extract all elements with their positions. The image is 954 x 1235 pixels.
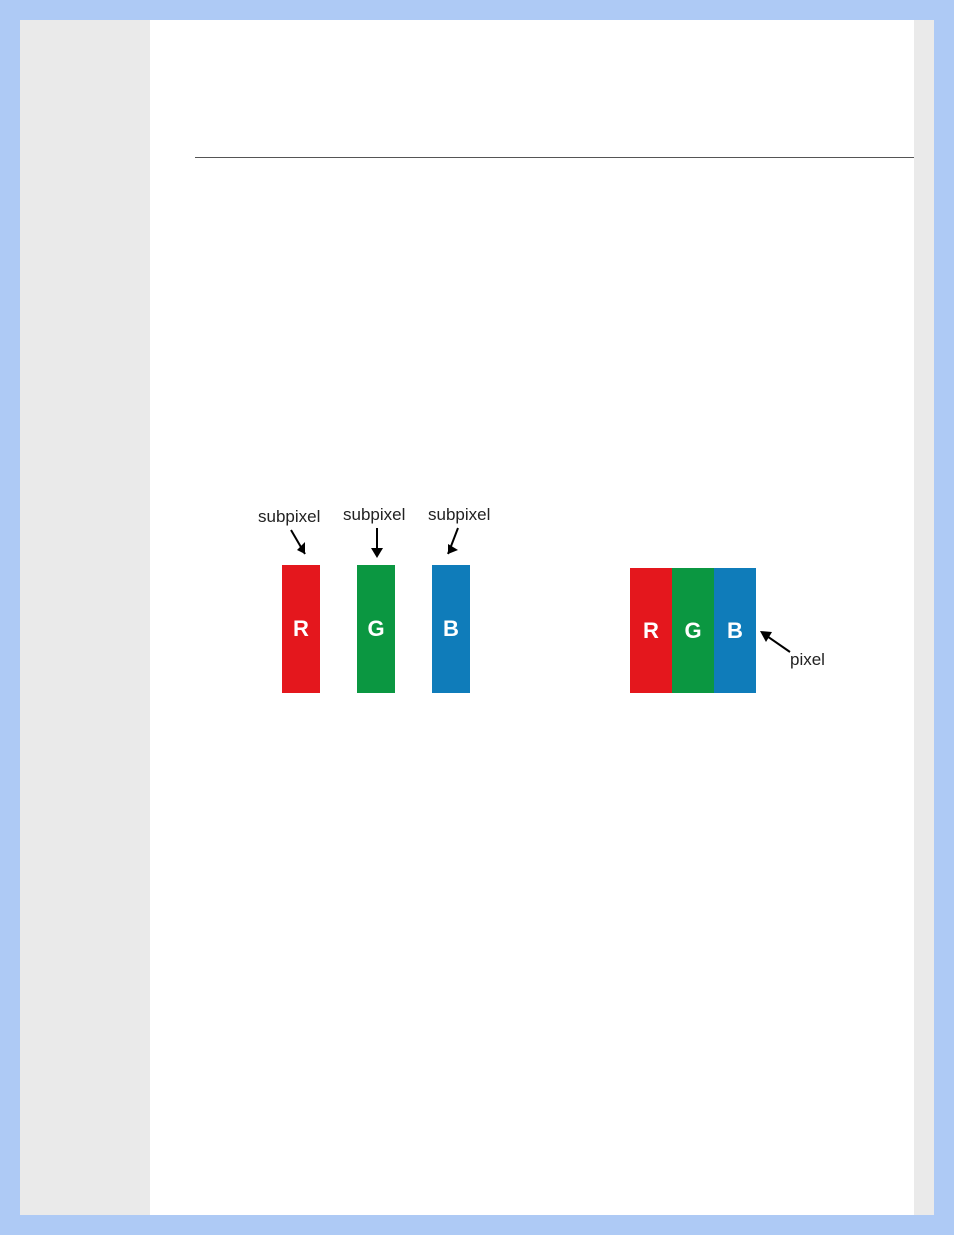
arrow-to-r-bar-icon (285, 528, 315, 564)
pixel-bar-g: G (672, 568, 714, 693)
letter-r: R (282, 616, 320, 642)
pixel-letter-b: B (714, 618, 756, 644)
document-frame: subpixel R subpixel G subpixel (20, 20, 934, 1215)
document-page: subpixel R subpixel G subpixel (150, 20, 914, 1215)
arrow-to-b-bar-icon (442, 526, 470, 564)
rgb-diagram: subpixel R subpixel G subpixel (150, 20, 914, 1215)
label-subpixel-b: subpixel (428, 505, 490, 525)
pixel-bar-r: R (630, 568, 672, 693)
pixel-letter-g: G (672, 618, 714, 644)
subpixel-bar-b: B (432, 565, 470, 693)
subpixel-bar-r: R (282, 565, 320, 693)
arrow-to-g-bar-icon (368, 526, 388, 564)
pixel-bar-b: B (714, 568, 756, 693)
subpixel-bar-g: G (357, 565, 395, 693)
letter-g: G (357, 616, 395, 642)
label-pixel: pixel (790, 650, 825, 670)
label-subpixel-g: subpixel (343, 505, 405, 525)
letter-b: B (432, 616, 470, 642)
pixel-letter-r: R (630, 618, 672, 644)
gutter-right (914, 20, 934, 1215)
gutter-left (20, 20, 150, 1215)
label-subpixel-r: subpixel (258, 507, 320, 527)
